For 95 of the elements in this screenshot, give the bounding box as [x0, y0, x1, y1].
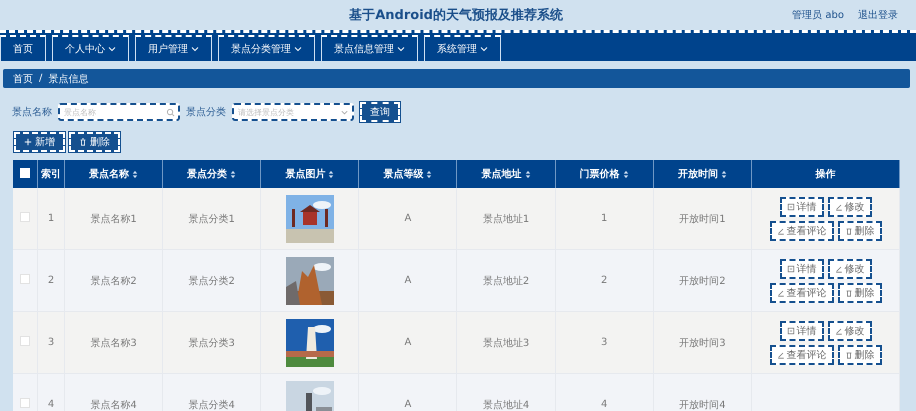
column-header[interactable]: 景点等级 — [383, 169, 424, 180]
table-cell: 景点分类1 — [188, 214, 235, 224]
detail-button[interactable]: 详情 — [780, 196, 824, 216]
sort-icon[interactable] — [524, 170, 531, 179]
edit-button[interactable]: 查看评论 — [770, 344, 834, 364]
table-cell: A — [404, 213, 412, 224]
table-cell: 景点地址3 — [482, 338, 530, 348]
table-cell: 1 — [48, 213, 54, 224]
table-cell: 开放时间1 — [679, 214, 726, 224]
nav-item[interactable]: 个人中心 — [52, 35, 129, 61]
table-cell: 2 — [601, 275, 608, 286]
trash-icon — [844, 288, 852, 296]
column-header[interactable]: 景点分类 — [187, 169, 228, 180]
column-header[interactable]: 景点地址 — [482, 169, 522, 180]
row-checkbox[interactable] — [20, 212, 30, 222]
delete-button[interactable]: 删除 — [838, 344, 882, 364]
table-cell: 景点分类4 — [188, 400, 235, 410]
table-cell: 景点名称1 — [90, 214, 137, 224]
app-title: 基于Android的天气预报及推荐系统 — [348, 6, 564, 24]
table-cell: 景点名称4 — [90, 400, 137, 410]
table-cell: 1 — [601, 213, 608, 224]
table-cell: 景点分类2 — [188, 276, 235, 286]
user-name: 管理员 abo — [792, 9, 844, 22]
table-cell: 开放时间3 — [679, 338, 726, 348]
table-cell: 开放时间4 — [679, 400, 726, 410]
pencil-icon — [834, 326, 842, 334]
table-cell: A — [404, 399, 412, 410]
trash-icon — [79, 138, 87, 146]
edit-button[interactable]: 查看评论 — [770, 220, 834, 240]
sort-icon[interactable] — [622, 170, 629, 179]
document-icon — [786, 264, 794, 272]
column-header[interactable]: 景点名称 — [89, 169, 130, 180]
edit-button[interactable]: 修改 — [828, 320, 872, 340]
sort-icon[interactable] — [132, 170, 138, 179]
document-icon — [786, 326, 794, 334]
select-all-checkbox[interactable] — [20, 168, 30, 178]
add-button[interactable]: 新增 — [14, 132, 65, 152]
table-cell: 景点名称3 — [90, 338, 137, 348]
table-cell: 3 — [601, 337, 608, 348]
pencil-icon — [776, 226, 784, 234]
caret-icon — [340, 108, 349, 117]
pencil-icon — [834, 202, 842, 210]
breadcrumb-text: / — [39, 73, 42, 84]
row-checkbox[interactable] — [20, 336, 30, 346]
edit-button[interactable]: 修改 — [828, 258, 872, 278]
edit-button[interactable]: 修改 — [828, 196, 872, 216]
breadcrumb-link[interactable]: 首页 — [13, 72, 33, 86]
table-cell: 景点地址4 — [482, 400, 530, 410]
delete-button[interactable]: 删除 — [838, 220, 882, 240]
sort-icon[interactable] — [230, 170, 236, 179]
column-header[interactable]: 开放时间 — [678, 169, 718, 180]
plus-icon — [24, 138, 32, 146]
delete-button[interactable]: 删除 — [69, 132, 120, 152]
nav-item[interactable]: 用户管理 — [135, 35, 212, 61]
nav-item[interactable]: 景点信息管理 — [321, 35, 418, 61]
nav-item[interactable]: 景点分类管理 — [218, 35, 315, 61]
table-cell: 3 — [48, 337, 54, 348]
sort-icon[interactable] — [328, 170, 334, 179]
column-header[interactable]: 操作 — [816, 169, 836, 180]
row-checkbox[interactable] — [20, 274, 30, 284]
table-cell: A — [404, 337, 412, 348]
edit-button[interactable]: 查看评论 — [770, 282, 834, 302]
document-icon — [786, 202, 794, 210]
sort-icon[interactable] — [426, 170, 432, 179]
table-cell: 景点地址1 — [482, 214, 530, 224]
pencil-icon — [834, 264, 842, 272]
name-field[interactable]: 景点名称 — [58, 103, 180, 121]
delete-button[interactable]: 删除 — [838, 282, 882, 302]
table-cell: 景点名称2 — [90, 276, 137, 286]
field-label: 景点名称 — [12, 106, 52, 119]
sort-icon[interactable] — [720, 170, 727, 179]
column-header[interactable]: 景点图片 — [285, 169, 326, 180]
nav-item[interactable]: 系统管理 — [424, 35, 501, 61]
table-cell: 开放时间2 — [679, 276, 726, 286]
table-cell: 4 — [48, 399, 54, 410]
pencil-icon — [776, 350, 784, 358]
detail-button[interactable]: 详情 — [780, 258, 824, 278]
field-label: 景点分类 — [186, 106, 226, 119]
pencil-icon — [776, 288, 784, 296]
category-select[interactable]: 请选择景点分类 — [232, 103, 354, 121]
table-cell: 景点分类3 — [188, 338, 235, 348]
query-button[interactable]: 查询 — [360, 102, 400, 122]
trash-icon — [844, 226, 852, 234]
detail-button[interactable]: 详情 — [780, 320, 824, 340]
table-cell: A — [404, 275, 412, 286]
column-header[interactable]: 门票价格 — [580, 169, 620, 180]
table-cell: 2 — [48, 275, 54, 286]
logout-link[interactable]: 退出登录 — [858, 8, 898, 22]
trash-icon — [844, 350, 852, 358]
table-cell: 景点地址2 — [482, 276, 530, 286]
search-icon — [166, 108, 175, 117]
nav-item[interactable]: 首页 — [0, 35, 46, 61]
table-cell: 4 — [601, 399, 608, 410]
breadcrumb-text: 景点信息 — [48, 72, 88, 86]
row-checkbox[interactable] — [20, 398, 30, 408]
